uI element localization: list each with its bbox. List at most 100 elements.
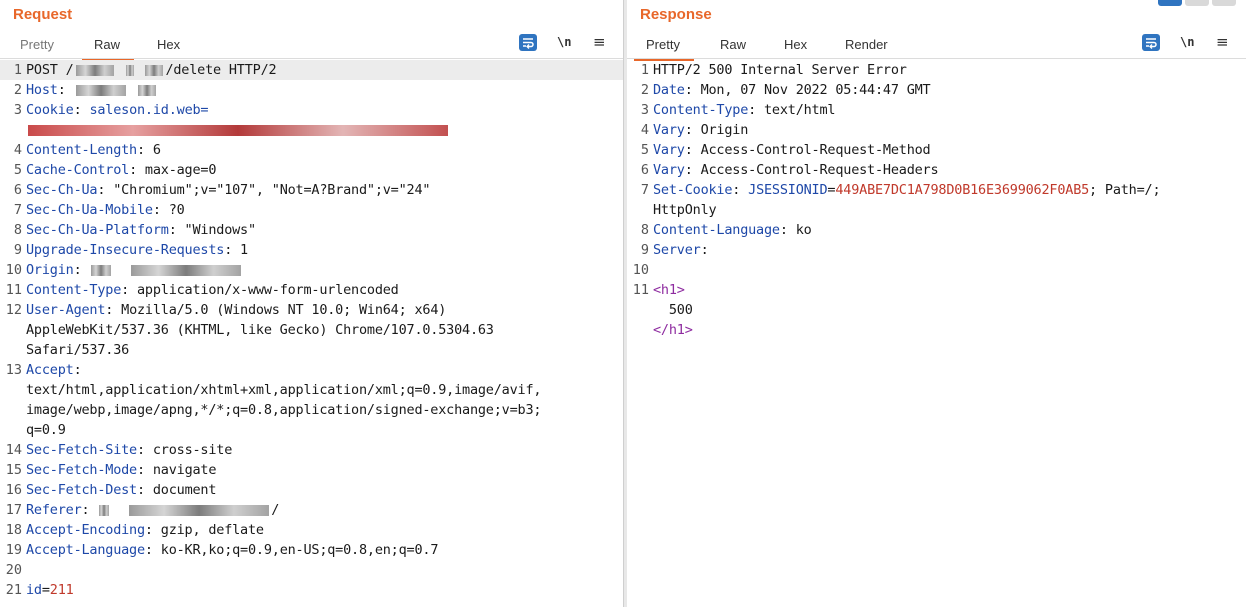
redacted-block xyxy=(131,264,242,276)
code-line: image/webp,image/apng,*/*;q=0.8,applicat… xyxy=(0,400,623,420)
line-number xyxy=(0,320,26,340)
line-content: 500 xyxy=(653,300,1246,320)
hamburger-menu-icon[interactable]: ≡ xyxy=(593,33,606,53)
header-name: Content-Length xyxy=(26,142,137,158)
code-line: 9 Upgrade-Insecure-Requests: 1 xyxy=(0,240,623,260)
text-segment: : xyxy=(732,182,749,198)
line-content: Date: Mon, 07 Nov 2022 05:44:47 GMT xyxy=(653,80,1246,100)
layout-tabs-icon[interactable] xyxy=(1212,0,1236,6)
text-segment: / xyxy=(271,502,280,518)
request-tab-raw[interactable]: Raw xyxy=(81,37,135,61)
line-number: 1 xyxy=(13,62,22,78)
header-name: Vary xyxy=(653,142,685,158)
header-name: Accept-Encoding xyxy=(26,522,145,538)
header-name: JSESSIONID xyxy=(748,182,828,198)
line-content: </h1> xyxy=(653,320,1246,340)
code-line: 20 xyxy=(0,560,623,580)
header-name: Accept xyxy=(26,362,74,378)
header-name: Referer xyxy=(26,502,82,518)
wrap-lines-icon[interactable] xyxy=(1142,34,1160,51)
line-number: 4 xyxy=(13,142,22,158)
code-line: 9 Server: xyxy=(627,240,1246,260)
header-name: saleson.id.web= xyxy=(89,102,209,118)
code-line: 10 Origin: xyxy=(0,260,623,280)
line-number: 6 xyxy=(13,182,22,198)
newline-toggle-icon[interactable]: \n xyxy=(557,35,571,55)
line-content: Safari/537.36 xyxy=(26,340,623,360)
header-name: User-Agent xyxy=(26,302,106,318)
code-line: AppleWebKit/537.36 (KHTML, like Gecko) C… xyxy=(0,320,623,340)
text-segment: POST / xyxy=(26,62,74,78)
text-segment: : application/x-www-form-urlencoded xyxy=(121,282,399,298)
request-toolbar: \n ≡ xyxy=(519,33,609,53)
newline-toggle-icon[interactable]: \n xyxy=(1180,35,1194,55)
response-tab-render[interactable]: Render xyxy=(845,37,888,52)
hamburger-menu-icon[interactable]: ≡ xyxy=(1216,33,1229,53)
response-pane: Response Pretty Raw Hex Render \n ≡ 1 HTT… xyxy=(627,0,1246,607)
header-name: Content-Type xyxy=(653,102,749,118)
text-segment: : Origin xyxy=(684,122,749,138)
redacted-block xyxy=(125,64,134,76)
line-content: Sec-Ch-Ua: "Chromium";v="107", "Not=A?Br… xyxy=(26,180,623,200)
line-number: 8 xyxy=(640,222,649,238)
text-segment: : gzip, deflate xyxy=(144,522,264,538)
line-content: Origin: xyxy=(26,260,623,280)
code-line xyxy=(0,120,623,140)
text-segment xyxy=(111,502,127,518)
redacted-block xyxy=(145,64,164,76)
layout-stacked-icon[interactable] xyxy=(1185,0,1209,6)
text-segment: : 1 xyxy=(224,242,248,258)
wrap-lines-icon[interactable] xyxy=(519,34,537,51)
header-name: Sec-Ch-Ua xyxy=(26,182,98,198)
response-tab-hex[interactable]: Hex xyxy=(784,37,807,52)
code-line: 18 Accept-Encoding: gzip, deflate xyxy=(0,520,623,540)
header-name: Vary xyxy=(653,162,685,178)
response-tab-pretty[interactable]: Pretty xyxy=(634,37,694,61)
layout-side-by-side-icon[interactable] xyxy=(1158,0,1182,6)
text-segment: : max-age=0 xyxy=(129,162,217,178)
line-content: Cache-Control: max-age=0 xyxy=(26,160,623,180)
code-line: 1 POST / /delete HTTP/2 xyxy=(0,60,623,80)
code-line: 4 Vary: Origin xyxy=(627,120,1246,140)
code-line: 8 Sec-Ch-Ua-Platform: "Windows" xyxy=(0,220,623,240)
text-segment: text/html,application/xhtml+xml,applicat… xyxy=(26,382,542,398)
code-line: 5 Cache-Control: max-age=0 xyxy=(0,160,623,180)
text-segment: ; Path=/; xyxy=(1089,182,1161,198)
request-tab-pretty[interactable]: Pretty xyxy=(20,37,54,52)
text-segment: HTTP/2 500 Internal Server Error xyxy=(653,62,907,78)
header-name: Upgrade-Insecure-Requests xyxy=(26,242,225,258)
text-segment: /delete HTTP/2 xyxy=(165,62,277,78)
code-line: Safari/537.36 xyxy=(0,340,623,360)
text-segment: : xyxy=(73,102,90,118)
line-number: 2 xyxy=(640,82,649,98)
value-text: 211 xyxy=(49,582,74,598)
code-line: 15 Sec-Fetch-Mode: navigate xyxy=(0,460,623,480)
header-name: Content-Type xyxy=(26,282,122,298)
line-content: Server: xyxy=(653,240,1246,260)
code-line: 11 <h1> xyxy=(627,280,1246,300)
line-number: 2 xyxy=(13,82,22,98)
line-number: 7 xyxy=(640,182,649,198)
line-content: Host: xyxy=(26,80,623,100)
request-editor[interactable]: 1 POST / /delete HTTP/2 2 Host: 3 Cookie: sa… xyxy=(0,60,623,607)
header-name: Sec-Ch-Ua-Mobile xyxy=(26,202,153,218)
redacted-block xyxy=(91,264,112,276)
request-title: Request xyxy=(13,6,73,23)
line-content xyxy=(653,260,1246,280)
line-content: Vary: Access-Control-Request-Headers xyxy=(653,160,1246,180)
redacted-block xyxy=(75,84,126,96)
text-segment xyxy=(136,62,144,78)
response-tab-raw[interactable]: Raw xyxy=(720,37,746,52)
line-content: Cookie: saleson.id.web= xyxy=(26,100,623,120)
request-tab-hex[interactable]: Hex xyxy=(157,37,180,52)
line-number xyxy=(0,120,26,140)
code-line: 12 User-Agent: Mozilla/5.0 (Windows NT 10… xyxy=(0,300,623,320)
text-segment: : ko-KR,ko;q=0.9,en-US;q=0.8,en;q=0.7 xyxy=(144,542,439,558)
code-line: 7 Set-Cookie: JSESSIONID=449ABE7DC1A798D0… xyxy=(627,180,1246,200)
line-content: <h1> xyxy=(653,280,1246,300)
text-segment: : text/html xyxy=(748,102,836,118)
response-editor[interactable]: 1 HTTP/2 500 Internal Server Error 2 Date: … xyxy=(627,60,1246,607)
text-segment: : xyxy=(57,82,74,98)
redacted-block xyxy=(75,64,114,76)
line-content: Set-Cookie: JSESSIONID=449ABE7DC1A798D0B… xyxy=(653,180,1246,200)
